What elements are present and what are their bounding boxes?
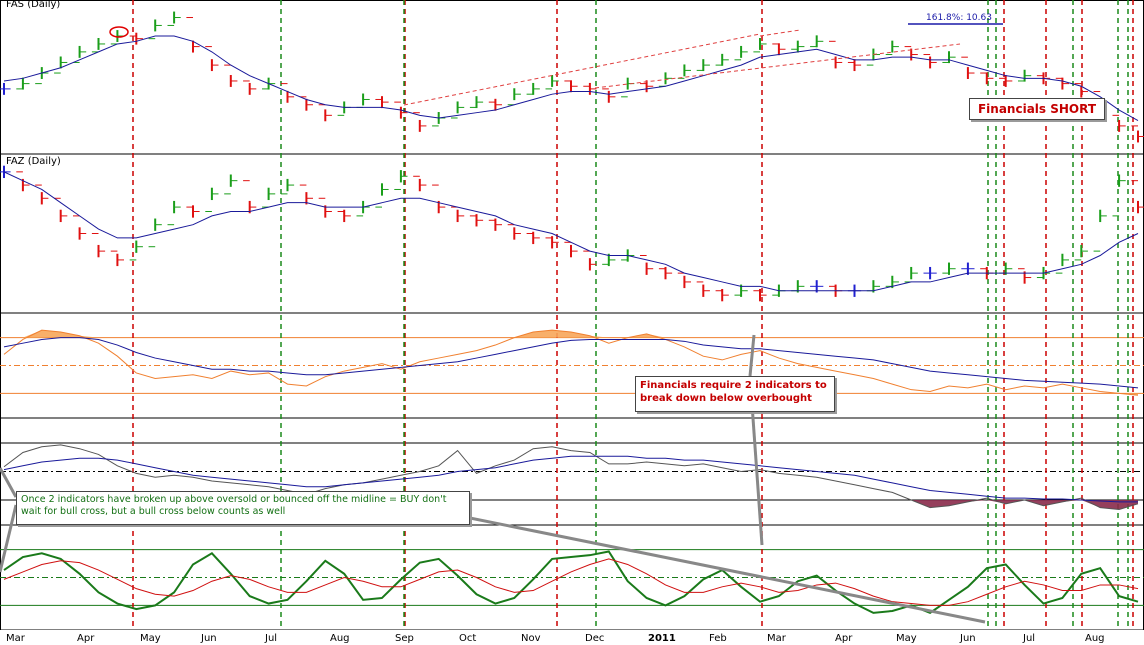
x-axis-tick-label: Jul [264,633,277,644]
x-axis-tick-label: Feb [709,633,727,644]
x-axis-tick-label: Mar [6,633,26,644]
x-axis-tick-label: Mar [767,633,787,644]
x-axis-tick-label: May [140,633,161,644]
x-axis-tick-label: Aug [330,633,350,644]
x-axis-tick-label: Jun [200,633,217,644]
price-chart: FAS (Daily) FAZ (Daily) 161.8%: 10.63 Ma… [0,0,1144,645]
x-axis-tick-label: 2011 [648,633,676,644]
x-axis-tick-label: Jun [959,633,976,644]
panel-title-fas: FAS (Daily) [6,0,60,10]
x-axis-tick-label: Oct [459,633,476,644]
oversold-buy-callout: Once 2 indicators have broken up above o… [16,491,470,525]
fib-level-label: 161.8%: 10.63 [926,13,992,23]
x-axis-tick-label: Jul [1022,633,1035,644]
x-axis-tick-label: Nov [521,633,541,644]
panel-title-faz: FAZ (Daily) [6,156,61,167]
x-axis-tick-label: Sep [395,633,414,644]
x-axis-tick-label: Apr [77,633,95,644]
short-callout: Financials SHORT [969,98,1105,120]
x-axis-tick-label: May [896,633,917,644]
x-axis-tick-label: Dec [585,633,604,644]
overbought-callout: Financials require 2 indicators to break… [635,376,835,412]
x-axis-tick-label: Apr [835,633,853,644]
x-axis-tick-label: Aug [1085,633,1105,644]
x-axis: Mar Apr May Jun Jul Aug Sep Oct Nov Dec 2011 Feb Mar… [0,630,1144,645]
